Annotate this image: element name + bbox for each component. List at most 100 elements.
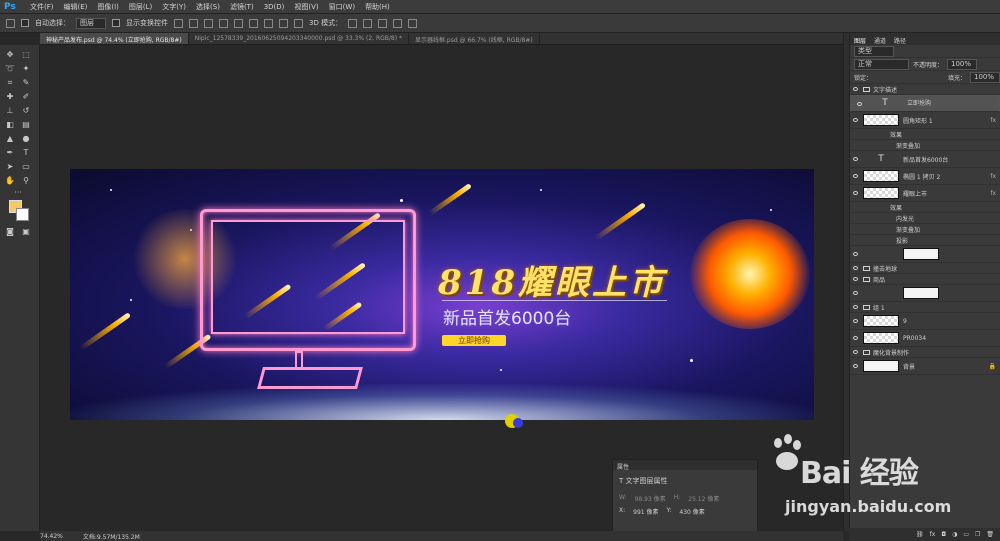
dodge-icon[interactable]: ● <box>21 134 31 144</box>
distribute-icon[interactable] <box>264 18 273 28</box>
visibility-eye-icon[interactable] <box>853 291 858 295</box>
visibility-eye-icon[interactable] <box>853 336 858 340</box>
layer-row-selected[interactable]: T 立即抢购 <box>850 95 1000 112</box>
mask-icon[interactable]: ◘ <box>941 531 946 538</box>
eyedropper-icon[interactable]: ✎ <box>21 78 31 88</box>
layer-row[interactable]: 耀眼上市 fx <box>850 185 1000 202</box>
3d-rotate-icon[interactable] <box>348 18 358 28</box>
layer-row-group[interactable]: 组 1 <box>850 302 1000 313</box>
blend-mode-dropdown[interactable]: 正常 <box>854 58 909 70</box>
3d-slide-icon[interactable] <box>393 18 403 28</box>
y-value[interactable]: 430 像素 <box>679 507 704 516</box>
effect-row[interactable]: 渐变叠加 <box>850 224 1000 235</box>
fill-input[interactable]: 100% <box>970 71 1000 83</box>
lasso-icon[interactable]: ➰ <box>5 64 15 74</box>
menu-view[interactable]: 视图(V) <box>294 2 318 12</box>
tab-paths[interactable]: 路径 <box>894 36 906 45</box>
3d-roll-icon[interactable] <box>363 18 373 28</box>
layer-row[interactable]: T 新品首发6000台 <box>850 151 1000 168</box>
screen-mode-icon[interactable]: ▣ <box>21 227 31 237</box>
gradient-icon[interactable]: ▤ <box>21 120 31 130</box>
tab-doc-3[interactable]: 显示器线框.psd @ 66.7% (线框, RGB/8#) <box>409 33 540 44</box>
align-center-icon[interactable] <box>234 18 243 28</box>
hand-icon[interactable]: ✋ <box>5 176 15 186</box>
effect-row[interactable]: 效果 <box>850 202 1000 213</box>
fx-menu-icon[interactable]: fx <box>930 531 936 538</box>
visibility-eye-icon[interactable] <box>853 174 858 178</box>
layer-row-group[interactable]: 魔化背景制作 <box>850 347 1000 358</box>
rectangle-icon[interactable]: ▭ <box>21 162 31 172</box>
menu-edit[interactable]: 编辑(E) <box>64 2 88 12</box>
brush-icon[interactable]: ✐ <box>21 92 31 102</box>
move-icon[interactable]: ✥ <box>5 50 15 60</box>
menu-filter[interactable]: 滤镜(T) <box>230 2 254 12</box>
menu-layer[interactable]: 图层(L) <box>129 2 152 12</box>
pen-icon[interactable]: ✒ <box>5 148 15 158</box>
distribute-icon-2[interactable] <box>279 18 288 28</box>
tab-layers[interactable]: 图层 <box>854 36 866 45</box>
distribute-icon-3[interactable] <box>294 18 303 28</box>
new-layer-icon[interactable]: ❐ <box>975 531 980 538</box>
w-value[interactable]: 98.93 像素 <box>635 494 666 503</box>
visibility-eye-icon[interactable] <box>853 157 858 161</box>
layer-row[interactable]: 9 <box>850 313 1000 330</box>
fx-icon[interactable]: fx <box>990 117 996 124</box>
align-right-icon[interactable] <box>249 18 258 28</box>
path-select-icon[interactable]: ➤ <box>5 162 15 172</box>
crop-icon[interactable]: ⌗ <box>5 78 15 88</box>
layer-row-group[interactable]: 商品 <box>850 274 1000 285</box>
3d-pan-icon[interactable] <box>378 18 388 28</box>
visibility-eye-icon[interactable] <box>853 266 858 270</box>
visibility-eye-icon[interactable] <box>853 277 858 281</box>
layer-row-group[interactable]: 文字描述 <box>850 84 1000 95</box>
menu-help[interactable]: 帮助(H) <box>365 2 390 12</box>
layer-filter-dropdown[interactable]: 类型 <box>854 45 894 57</box>
layer-row-adjustment[interactable] <box>850 285 1000 302</box>
new-group-icon[interactable]: ▭ <box>963 531 969 538</box>
effect-row[interactable]: 渐变叠加 <box>850 140 1000 151</box>
history-brush-icon[interactable]: ↺ <box>21 106 31 116</box>
visibility-eye-icon[interactable] <box>853 305 858 309</box>
visibility-eye-icon[interactable] <box>853 350 858 354</box>
menu-type[interactable]: 文字(Y) <box>162 2 186 12</box>
auto-select-dropdown[interactable]: 图层 <box>76 17 106 29</box>
more-tools-icon[interactable]: ··· <box>13 188 23 198</box>
fx-icon[interactable]: fx <box>990 173 996 180</box>
type-icon[interactable]: T <box>21 148 31 158</box>
visibility-eye-icon[interactable] <box>857 101 862 106</box>
menu-select[interactable]: 选择(S) <box>196 2 220 12</box>
eraser-icon[interactable]: ◧ <box>5 120 15 130</box>
fx-icon[interactable]: fx <box>990 190 996 197</box>
menu-file[interactable]: 文件(F) <box>30 2 54 12</box>
link-icon[interactable]: ⛓ <box>916 531 924 538</box>
zoom-level[interactable]: 74.42% <box>40 533 63 540</box>
healing-icon[interactable]: ✚ <box>5 92 15 102</box>
adjustment-icon[interactable]: ◑ <box>952 531 957 538</box>
layer-row-group[interactable]: 撞击地球 <box>850 263 1000 274</box>
visibility-eye-icon[interactable] <box>853 191 858 195</box>
align-top-icon[interactable] <box>174 18 183 28</box>
banner-artwork[interactable]: 818耀眼上市 新品首发6000台 立即抢购 <box>70 169 814 420</box>
3d-scale-icon[interactable] <box>408 18 418 28</box>
effect-row[interactable]: 投影 <box>850 235 1000 246</box>
layer-row-adjustment[interactable] <box>850 246 1000 263</box>
zoom-icon[interactable]: ⚲ <box>21 176 31 186</box>
show-transform-checkbox[interactable] <box>112 19 120 27</box>
auto-select-checkbox[interactable] <box>21 19 29 27</box>
tab-channels[interactable]: 通道 <box>874 36 886 45</box>
align-middle-icon[interactable] <box>189 18 198 28</box>
blur-icon[interactable]: ▲ <box>5 134 15 144</box>
visibility-eye-icon[interactable] <box>853 118 858 122</box>
menu-image[interactable]: 图像(I) <box>97 2 119 12</box>
align-left-icon[interactable] <box>219 18 228 28</box>
x-value[interactable]: 991 像素 <box>633 507 658 516</box>
layer-row-background[interactable]: 背景 🔒 <box>850 358 1000 375</box>
background-color[interactable] <box>16 208 29 221</box>
stamp-icon[interactable]: ⊥ <box>5 106 15 116</box>
tab-doc-2[interactable]: Nipic_12578339_20160625094203340000.psd … <box>189 33 409 44</box>
effect-row[interactable]: 内发光 <box>850 213 1000 224</box>
effect-row[interactable]: 效果 <box>850 129 1000 140</box>
visibility-eye-icon[interactable] <box>853 319 858 323</box>
buy-now-button[interactable]: 立即抢购 <box>442 335 506 346</box>
layer-row[interactable]: 椭圆 1 拷贝 2 fx <box>850 168 1000 185</box>
